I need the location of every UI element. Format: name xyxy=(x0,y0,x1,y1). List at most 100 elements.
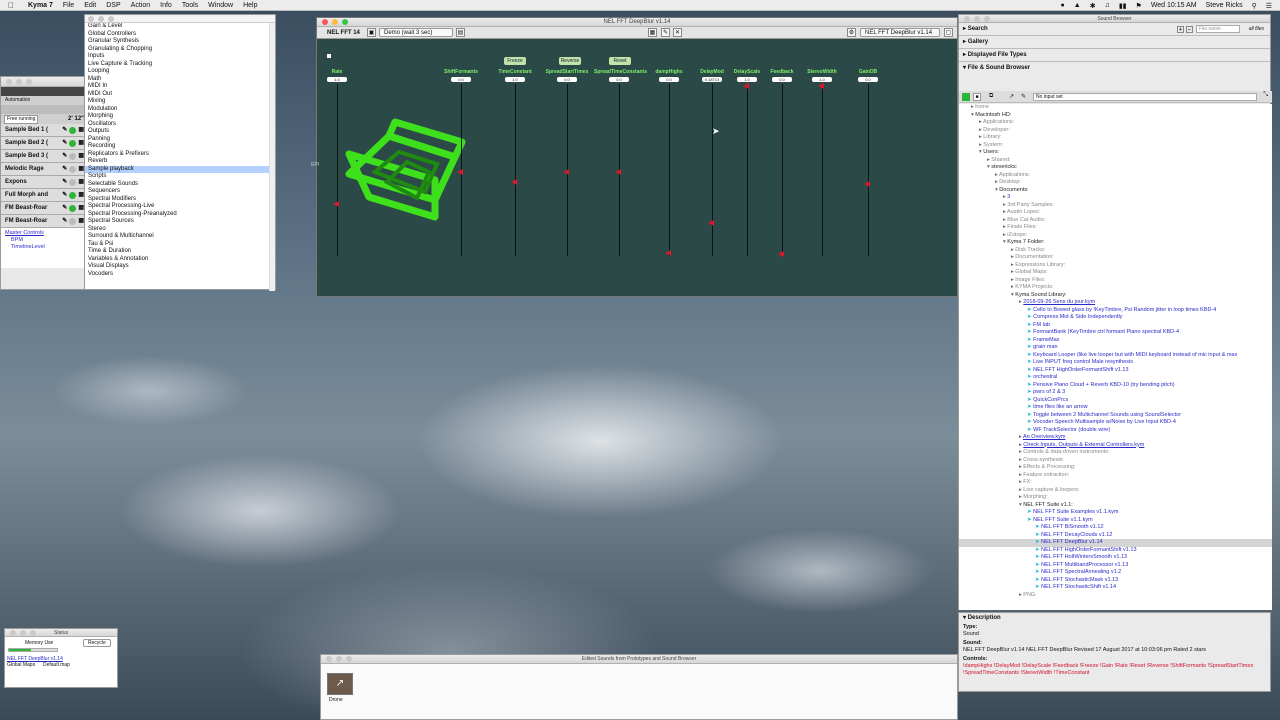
file-name-input[interactable]: File name xyxy=(1196,25,1240,33)
camera-icon[interactable]: ▣ xyxy=(367,28,376,37)
menu-file[interactable]: File xyxy=(63,2,74,9)
tree-item[interactable]: ▸ iZotope: xyxy=(959,232,1272,240)
tree-item[interactable]: ➤ Live INPUT freq control Male resynthes… xyxy=(959,359,1272,367)
power-icon[interactable] xyxy=(69,139,77,147)
tree-item[interactable]: ➤ NEL FFT HoltWintersSmooth v1.13 xyxy=(959,554,1272,562)
track-row[interactable]: Expons ✎ ▦ xyxy=(1,176,87,189)
menu-info[interactable]: Info xyxy=(160,2,172,9)
param-value-field[interactable]: 0.0 xyxy=(609,77,629,82)
tree-item[interactable]: ▾ NEL FFT Suite v1.1: xyxy=(959,502,1272,510)
bluetooth-icon[interactable]: ✱ xyxy=(1090,2,1096,10)
edit-icon[interactable]: ✎ xyxy=(1021,93,1026,100)
tree-item[interactable]: ➤ Cello to Bowed glass by !KeyTimbre, Ps… xyxy=(959,307,1272,315)
fader-track[interactable] xyxy=(669,84,670,256)
free-running-select[interactable]: Free running xyxy=(4,115,39,124)
tree-item[interactable]: ➤ NEL FFT DeepBlur v1.14 xyxy=(959,539,1272,547)
category-item[interactable]: Tau & Psi xyxy=(85,241,271,249)
category-item[interactable]: Reverb xyxy=(85,158,271,166)
tree-item[interactable]: ▸ An Overview.kym xyxy=(959,434,1272,442)
play-icon[interactable] xyxy=(962,93,970,101)
tree-item[interactable]: ▸ Live capture & loopers: xyxy=(959,487,1272,495)
category-item[interactable]: Live Capture & Tracking xyxy=(85,61,271,69)
tree-item[interactable]: ➤ NEL FFT Suite Examples v1.1.kym xyxy=(959,509,1272,517)
param-value-field[interactable]: 0.0 xyxy=(659,77,679,82)
category-item[interactable]: Spectral Processing-Preanalyzed xyxy=(85,211,271,219)
tree-item[interactable]: ▾ stevericks: xyxy=(959,164,1272,172)
category-item[interactable]: Scripts xyxy=(85,173,271,181)
category-item[interactable]: Spectral Processing-Live xyxy=(85,203,271,211)
tree-item[interactable]: ▸ Global Maps: xyxy=(959,269,1272,277)
tree-item[interactable]: ➤ QuickConPrcs xyxy=(959,397,1272,405)
fader-track[interactable] xyxy=(868,84,869,256)
volume-icon[interactable]: ♫ xyxy=(1105,2,1110,9)
category-item[interactable]: MIDI Out xyxy=(85,91,271,99)
menu-edit[interactable]: Edit xyxy=(84,2,96,9)
drone-sound-icon[interactable]: ↗ xyxy=(327,673,353,695)
recycle-button[interactable]: Recycle xyxy=(83,639,111,647)
fader-handle[interactable] xyxy=(511,179,517,186)
tree-item[interactable]: ▸ 2018-09-26 Sens du jour.kym xyxy=(959,299,1272,307)
fader-track[interactable] xyxy=(337,84,338,256)
tree-item[interactable]: ▸ PNG: xyxy=(959,592,1272,600)
power-icon[interactable] xyxy=(69,217,77,225)
pencil-icon[interactable]: ✎ xyxy=(62,163,67,175)
fader-handle[interactable] xyxy=(708,220,714,227)
menu-action[interactable]: Action xyxy=(131,2,150,9)
sound-select[interactable]: NEL FFT DeepBlur v1.14 xyxy=(860,28,940,37)
category-item[interactable]: Inputs xyxy=(85,53,271,61)
add-icon[interactable]: + xyxy=(1177,26,1184,33)
gear-icon[interactable]: ⚙ xyxy=(847,28,856,37)
edit-icon[interactable]: ✎ xyxy=(661,28,670,37)
automation-row[interactable]: Automation xyxy=(1,96,87,105)
category-item[interactable]: Spectral Sources xyxy=(85,218,271,226)
category-item[interactable]: Outputs xyxy=(85,128,271,136)
file-browser-section[interactable]: ▾ File & Sound Browser xyxy=(959,62,1270,75)
spotlight-icon[interactable]: ⚲ xyxy=(1252,2,1257,10)
pencil-icon[interactable]: ✎ xyxy=(62,176,67,188)
track-row[interactable]: FM Beast-Roar ✎ ▦ xyxy=(1,202,87,215)
tree-item[interactable]: ➤ Pensive Piano Cloud + Reverb KBD-10 (t… xyxy=(959,382,1272,390)
menu-tools[interactable]: Tools xyxy=(182,2,198,9)
tree-item[interactable]: ▸ Austin Lopez: xyxy=(959,209,1272,217)
fader-handle[interactable] xyxy=(743,82,749,89)
battery-icon[interactable]: ▮▮ xyxy=(1119,2,1127,10)
tree-item[interactable]: ➤ FrameMax xyxy=(959,337,1272,345)
track-row[interactable]: Sample Bed 1 (✎ ▦ xyxy=(1,124,87,137)
category-item[interactable]: Stereo xyxy=(85,226,271,234)
fader-track[interactable] xyxy=(747,84,748,256)
tree-item[interactable]: ➤ NEL FFT Suite v1.1.kym xyxy=(959,517,1272,525)
all-files-select[interactable]: all files xyxy=(1249,23,1264,36)
track-row[interactable]: FM Beast-Roar ✎ ▦ xyxy=(1,215,87,228)
param-value-field[interactable]: 1.0 xyxy=(737,77,757,82)
transport-bar[interactable] xyxy=(1,87,87,96)
tree-item[interactable]: ➤ Vocoder Speech Multisample w/Noise by … xyxy=(959,419,1272,427)
tree-item[interactable]: ➤ NEL FFT BiSmooth v1.12 xyxy=(959,524,1272,532)
tree-item[interactable]: ➤ Keyboard Looper (like live looper but … xyxy=(959,352,1272,360)
power-icon[interactable] xyxy=(69,178,77,186)
tree-item[interactable]: ➤ NEL FFT SpectralAnnealing v1.2 xyxy=(959,569,1272,577)
param-value-field[interactable]: 0.18713 xyxy=(702,77,722,82)
fader-handle[interactable] xyxy=(615,168,621,175)
fader-handle[interactable] xyxy=(457,168,463,175)
tree-item[interactable]: ▸ FX: xyxy=(959,479,1272,487)
tree-item[interactable]: ▸ 3rd Party Samples: xyxy=(959,202,1272,210)
tree-item[interactable]: ▸ Applications: xyxy=(959,119,1272,127)
category-item[interactable]: Granulating & Chopping xyxy=(85,46,271,54)
reset-button[interactable]: Reset xyxy=(609,57,631,65)
tree-item[interactable]: ➤ NEL FFT StochasticMask v1.13 xyxy=(959,577,1272,585)
tree-item[interactable]: ➤ NEL FFT MultibandProcessor v1.13 xyxy=(959,562,1272,570)
category-item[interactable]: Looping xyxy=(85,68,271,76)
checkbox-icon[interactable] xyxy=(327,54,331,58)
pencil-icon[interactable]: ✎ xyxy=(62,137,67,149)
tree-item[interactable]: ▸ Documentation: xyxy=(959,254,1272,262)
tree-item[interactable]: ▸ home xyxy=(959,104,1272,112)
tree-item[interactable]: ▸ Developer: xyxy=(959,127,1272,135)
param-value-field[interactable]: 0.0 xyxy=(451,77,471,82)
tree-item[interactable]: ➤ NEL FFT StochasticShift v1.14 xyxy=(959,584,1272,592)
tree-item[interactable]: ➤ pwrs of 2 & 3 xyxy=(959,389,1272,397)
track-row[interactable]: Sample Bed 3 (✎ ▦ xyxy=(1,150,87,163)
gallery-section[interactable]: ▸ Gallery xyxy=(959,36,1270,49)
category-scrollbar[interactable] xyxy=(269,23,275,291)
tree-item[interactable]: ➤ NEL FFT DecayClouds v1.12 xyxy=(959,532,1272,540)
tree-item[interactable]: ▸ Library: xyxy=(959,134,1272,142)
